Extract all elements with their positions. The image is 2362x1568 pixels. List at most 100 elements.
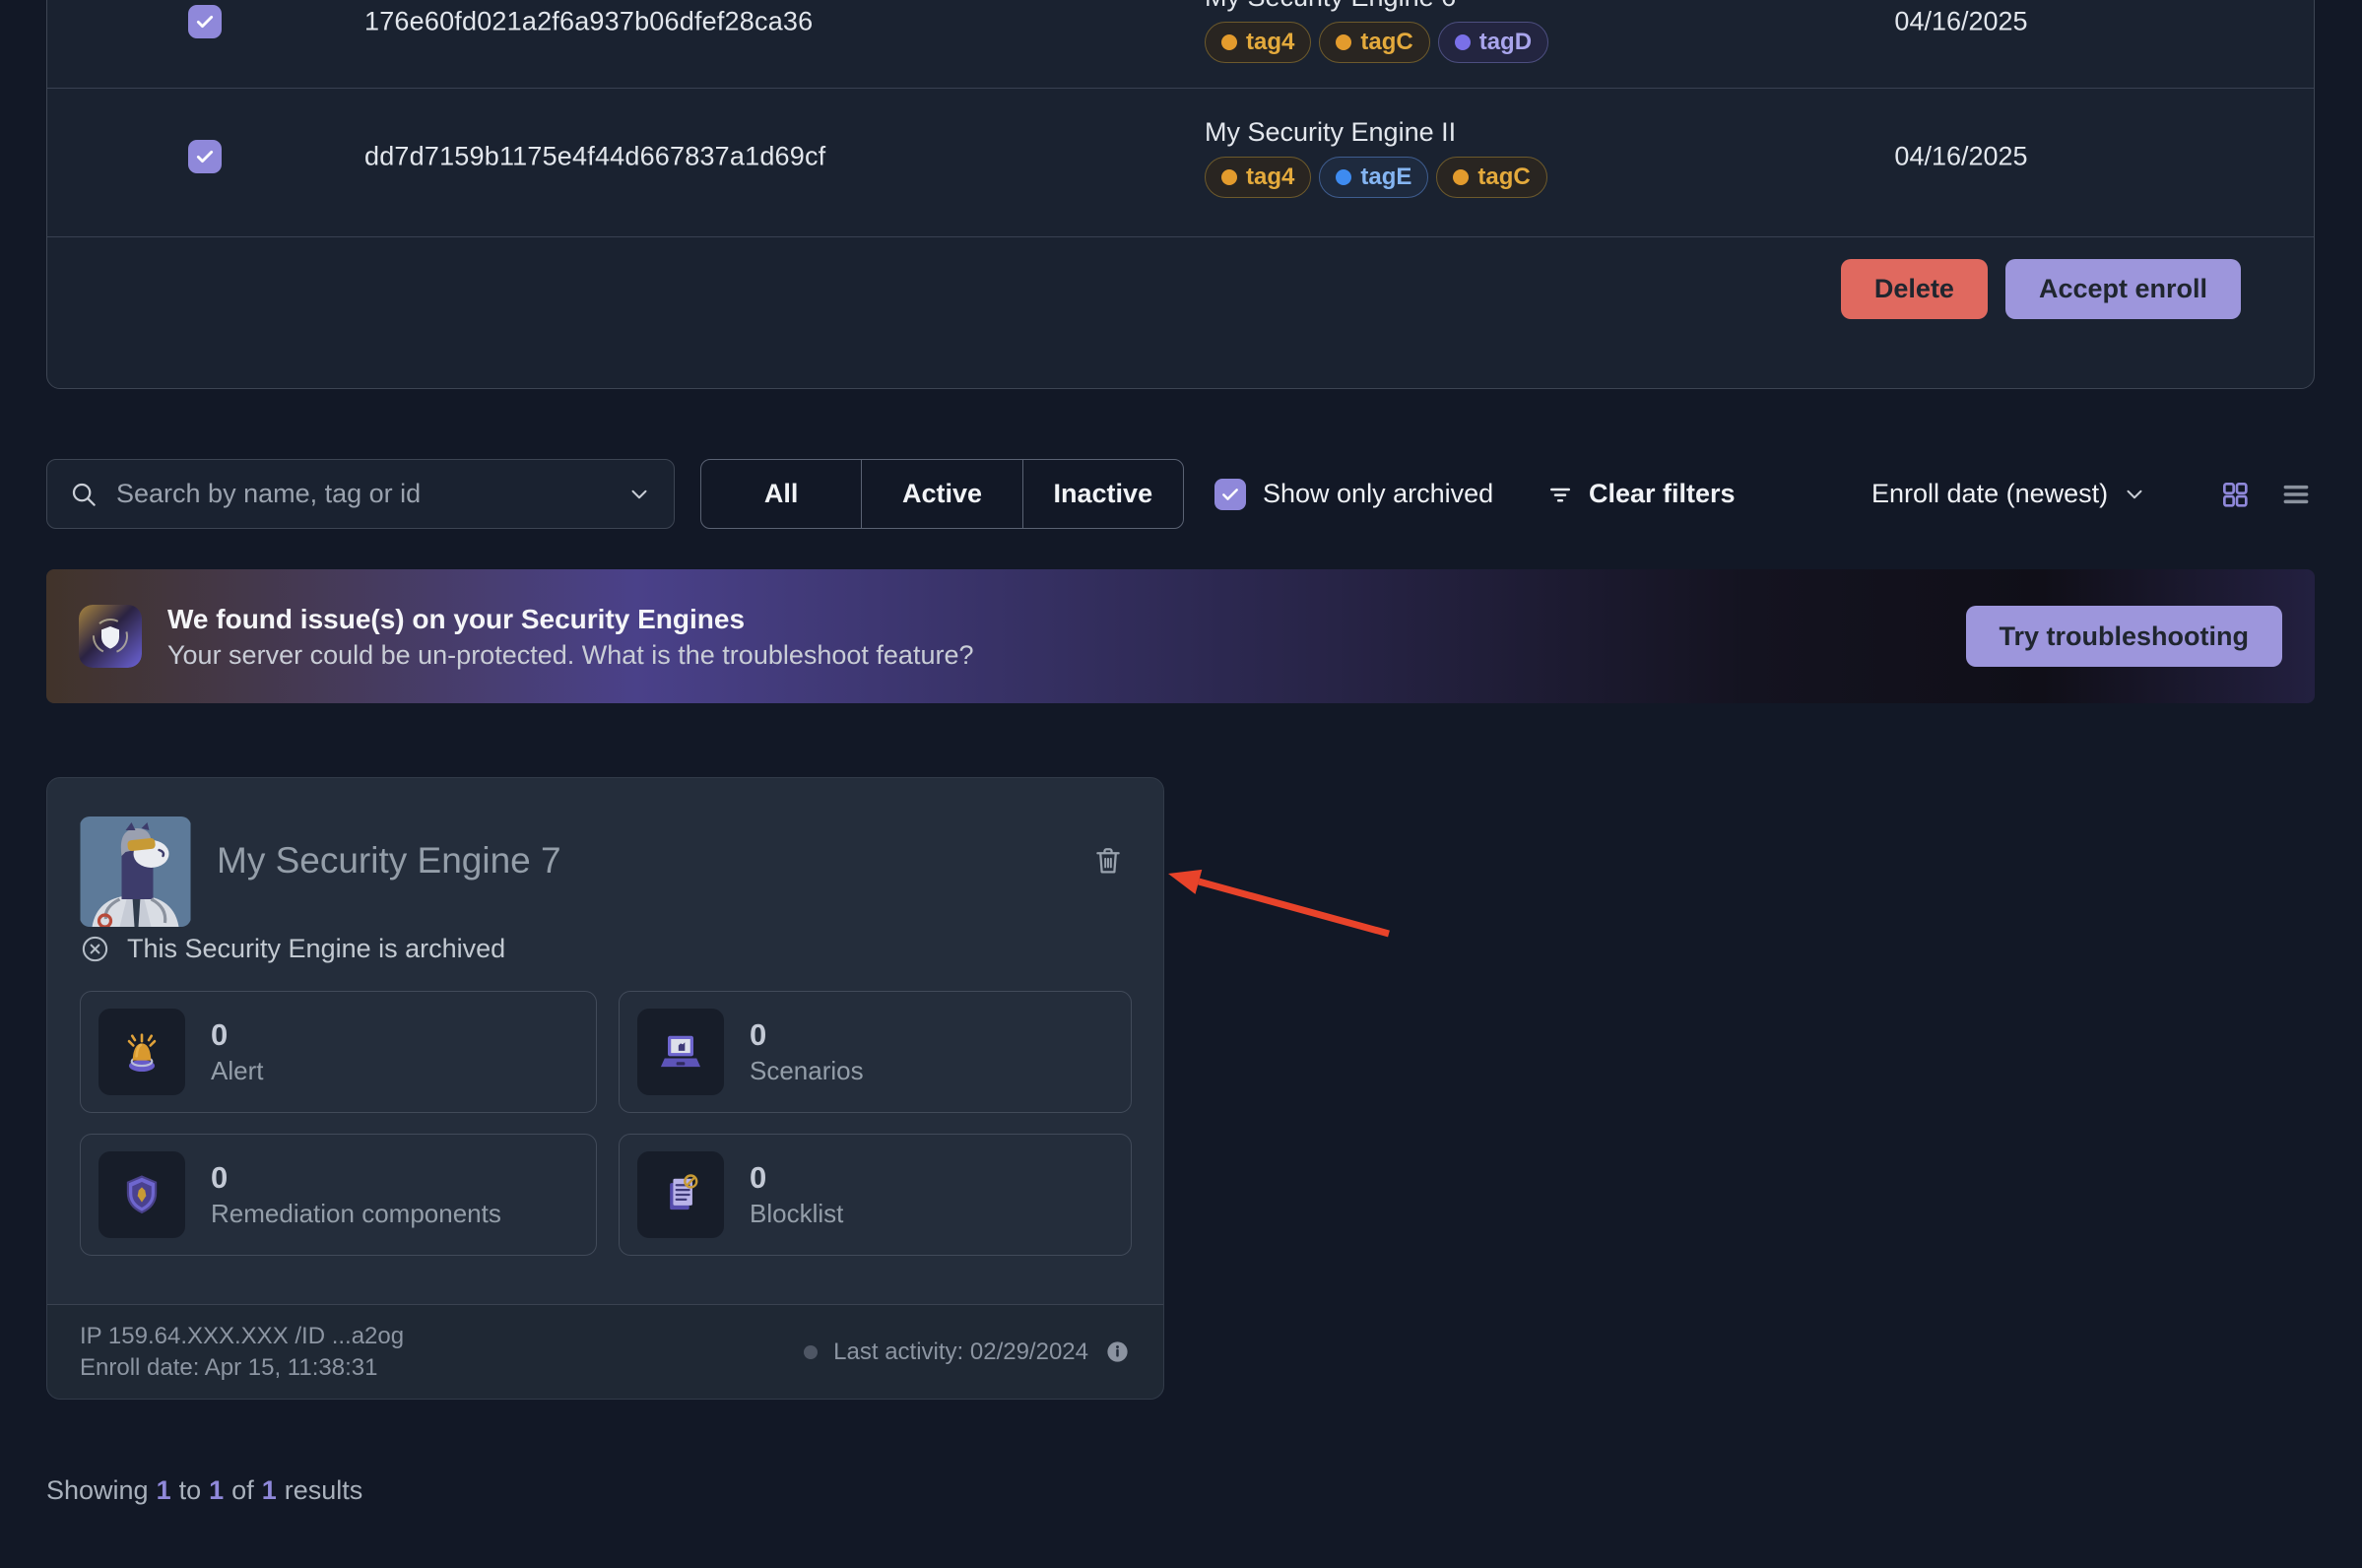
grid-view-icon[interactable]: [2219, 479, 2251, 510]
search-icon: [69, 480, 98, 509]
check-icon: [1220, 485, 1240, 504]
clear-filters-button[interactable]: Clear filters: [1545, 459, 1736, 529]
tag-label: tagD: [1479, 29, 1532, 56]
accept-enroll-button[interactable]: Accept enroll: [2005, 259, 2241, 319]
engine-ip: IP 159.64.XXX.XXX /ID ...a2og: [80, 1321, 404, 1352]
enroll-date: 04/16/2025: [1833, 142, 2089, 172]
results-text: results: [285, 1475, 363, 1505]
search-combobox[interactable]: [46, 459, 675, 529]
stat-text: 0 Alert: [211, 1016, 263, 1087]
check-icon: [195, 12, 215, 32]
tag-label: tagC: [1477, 163, 1530, 191]
results-count: 1: [157, 1475, 171, 1505]
engine-meta: IP 159.64.XXX.XXX /ID ...a2og Enroll dat…: [80, 1321, 404, 1384]
results-text: Showing: [46, 1475, 149, 1505]
chevron-down-icon[interactable]: [626, 482, 652, 507]
issues-banner: We found issue(s) on your Security Engin…: [46, 569, 2315, 703]
check-icon: [195, 147, 215, 166]
stat-text: 0 Remediation components: [211, 1159, 501, 1230]
trash-icon[interactable]: [1091, 843, 1125, 879]
engine-avatar: [80, 817, 191, 927]
archived-checkbox[interactable]: [1214, 479, 1246, 510]
scenarios-icon: [637, 1009, 724, 1095]
try-troubleshooting-button[interactable]: Try troubleshooting: [1966, 606, 2283, 667]
filter-bar: All Active Inactive Show only archived C…: [46, 459, 2315, 529]
results-text: of: [231, 1475, 254, 1505]
results-summary: Showing1to1of1results: [46, 1475, 370, 1506]
banner-text: We found issue(s) on your Security Engin…: [167, 601, 1940, 673]
tag-pill: tagD: [1438, 22, 1548, 63]
tag-dot-icon: [1453, 169, 1469, 185]
shield-badge-icon: [79, 605, 142, 668]
card-footer: IP 159.64.XXX.XXX /ID ...a2og Enroll dat…: [47, 1304, 1163, 1399]
tab-inactive[interactable]: Inactive: [1022, 460, 1183, 528]
bulk-actions: Delete Accept enroll: [1841, 259, 2241, 319]
status-filter-tabs: All Active Inactive: [700, 459, 1184, 529]
engine-id: 176e60fd021a2f6a937b06dfef28ca36: [364, 7, 813, 37]
stat-label: Scenarios: [750, 1054, 864, 1087]
remediation-shield-icon: [98, 1151, 185, 1238]
tag-label: tag4: [1246, 29, 1294, 56]
tag-dot-icon: [1455, 34, 1471, 50]
tag-dot-icon: [1336, 34, 1351, 50]
activity-status-dot: [804, 1345, 818, 1359]
stat-label: Blocklist: [750, 1197, 843, 1230]
tag-pill: tagC: [1436, 157, 1546, 198]
sort-dropdown[interactable]: Enroll date (newest): [1871, 459, 2147, 529]
results-count: 1: [262, 1475, 277, 1505]
banner-title: We found issue(s) on your Security Engin…: [167, 601, 1940, 637]
tag-pill: tagC: [1319, 22, 1429, 63]
tab-active[interactable]: Active: [861, 460, 1021, 528]
last-activity: Last activity: 02/29/2024: [804, 1339, 1131, 1366]
stat-tile-blocklist: 0 Blocklist: [619, 1134, 1132, 1256]
tag-label: tag4: [1246, 163, 1294, 191]
engine-enroll-date: Enroll date: Apr 15, 11:38:31: [80, 1352, 404, 1384]
engine-name-cell: My Security Engine 6 tag4 tagC tagD: [1205, 0, 1548, 63]
list-view-icon[interactable]: [2280, 479, 2312, 510]
engine-name-cell: My Security Engine II tag4 tagE tagC: [1205, 115, 1547, 198]
stat-value: 0: [211, 1159, 501, 1197]
tag-dot-icon: [1221, 169, 1237, 185]
archived-label: Show only archived: [1263, 479, 1493, 509]
row-checkbox[interactable]: [188, 5, 222, 38]
results-count: 1: [209, 1475, 224, 1505]
delete-button[interactable]: Delete: [1841, 259, 1988, 319]
tab-all[interactable]: All: [701, 460, 861, 528]
engine-card: My Security Engine 7 This Security Engin…: [46, 777, 1164, 1400]
stat-text: 0 Blocklist: [750, 1159, 843, 1230]
info-icon[interactable]: [1104, 1339, 1131, 1365]
stat-tiles: 0 Alert 0 Scenarios: [80, 991, 1132, 1256]
alert-icon: [98, 1009, 185, 1095]
enroll-table-panel: 176e60fd021a2f6a937b06dfef28ca36 My Secu…: [46, 0, 2315, 389]
stat-value: 0: [750, 1016, 864, 1054]
filter-icon: [1545, 480, 1575, 509]
table-row: 176e60fd021a2f6a937b06dfef28ca36 My Secu…: [47, 0, 2314, 89]
stat-text: 0 Scenarios: [750, 1016, 864, 1087]
search-input[interactable]: [114, 478, 611, 510]
engine-name: My Security Engine II: [1205, 115, 1547, 149]
archived-status: This Security Engine is archived: [80, 934, 505, 964]
stat-tile-alert: 0 Alert: [80, 991, 597, 1113]
tag-list: tag4 tagC tagD: [1205, 22, 1548, 63]
tag-pill: tag4: [1205, 157, 1311, 198]
show-archived-toggle[interactable]: Show only archived: [1214, 459, 1493, 529]
archived-status-text: This Security Engine is archived: [127, 934, 505, 964]
tag-dot-icon: [1221, 34, 1237, 50]
stat-value: 0: [750, 1159, 843, 1197]
stat-label: Remediation components: [211, 1197, 501, 1230]
tag-dot-icon: [1336, 169, 1351, 185]
tag-pill: tag4: [1205, 22, 1311, 63]
checkbox-checked[interactable]: [188, 140, 222, 173]
last-activity-text: Last activity: 02/29/2024: [833, 1339, 1088, 1366]
tag-label: tagC: [1360, 29, 1412, 56]
stat-tile-scenarios: 0 Scenarios: [619, 991, 1132, 1113]
stat-label: Alert: [211, 1054, 263, 1087]
checkbox-checked[interactable]: [188, 5, 222, 38]
tag-pill: tagE: [1319, 157, 1428, 198]
stat-tile-remediation: 0 Remediation components: [80, 1134, 597, 1256]
tag-label: tagE: [1360, 163, 1411, 191]
results-text: to: [179, 1475, 202, 1505]
banner-subtitle: Your server could be un-protected. What …: [167, 637, 1940, 673]
row-checkbox[interactable]: [188, 140, 222, 173]
engine-id: dd7d7159b1175e4f44d667837a1d69cf: [364, 142, 825, 172]
